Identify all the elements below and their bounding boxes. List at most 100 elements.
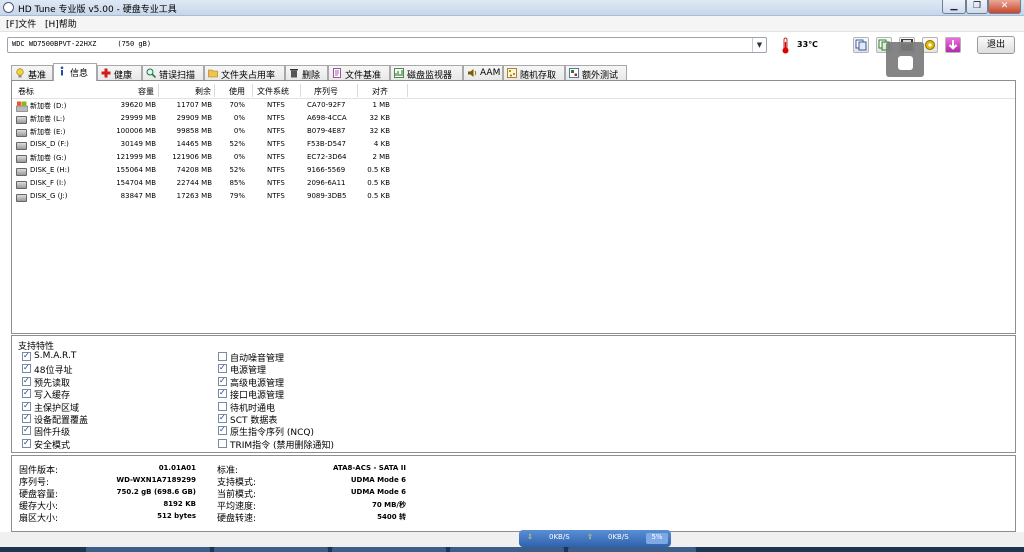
feature-checkbox[interactable] — [22, 363, 31, 374]
header-capacity[interactable]: 容量 — [122, 86, 154, 97]
volume-capacity: 83847 MB — [120, 192, 156, 200]
settings-button[interactable] — [922, 37, 938, 53]
tab-info[interactable]: 信息 — [53, 63, 97, 81]
feature-checkbox[interactable] — [218, 401, 227, 411]
volume-used: 52% — [229, 140, 245, 148]
tab-random-access[interactable]: 随机存取 — [503, 65, 565, 81]
tab-erase[interactable]: 删除 — [285, 65, 328, 81]
supported-mode-value: UDMA Mode 6 — [350, 476, 406, 484]
exit-button[interactable]: 退出 — [977, 36, 1015, 54]
copy-button[interactable] — [853, 37, 869, 53]
feature-checkbox[interactable] — [22, 425, 31, 436]
volume-filesystem: NTFS — [267, 192, 285, 200]
tab-aam[interactable]: AAM — [463, 65, 503, 80]
menu-help[interactable]: [H]帮助 — [45, 17, 77, 30]
taskbar-button[interactable] — [332, 547, 446, 552]
volume-capacity: 154704 MB — [116, 179, 156, 187]
volume-serial: A698-4CCA — [307, 114, 347, 122]
cache-value: 8192 KB — [163, 500, 196, 508]
volume-label: DISK_E (H:) — [30, 166, 70, 174]
disk-icon — [16, 129, 27, 137]
header-free[interactable]: 剩余 — [177, 86, 211, 97]
feature-checkbox[interactable] — [218, 363, 227, 374]
table-row[interactable]: 新加卷 (E:) 100006 MB 99858 MB 0% NTFS B079… — [12, 126, 1015, 139]
volume-filesystem: NTFS — [267, 114, 285, 122]
volume-free: 14465 MB — [176, 140, 212, 148]
header-separator — [252, 84, 253, 97]
feature-checkbox[interactable] — [22, 413, 31, 423]
feature-checkbox[interactable] — [218, 352, 227, 361]
feature-checkbox[interactable] — [22, 351, 31, 361]
network-speed-widget[interactable]: ⇩ 0KB/S ⇧ 0KB/S 5% — [519, 530, 671, 547]
settings-icon — [925, 40, 935, 50]
volume-filesystem: NTFS — [267, 179, 285, 187]
taskbar-button[interactable] — [568, 547, 696, 552]
disk-icon — [16, 181, 27, 189]
volume-used: 0% — [233, 114, 245, 122]
feature-checkbox[interactable] — [218, 438, 227, 448]
table-row[interactable]: DISK_E (H:) 155064 MB 74208 MB 52% NTFS … — [12, 165, 1015, 178]
table-row[interactable]: DISK_F (I:) 154704 MB 22744 MB 85% NTFS … — [12, 178, 1015, 191]
menu-file[interactable]: [F]文件 — [6, 17, 36, 30]
minimize-button[interactable]: ▁ — [942, 0, 966, 14]
feature-checkbox[interactable] — [22, 388, 31, 399]
chevron-down-icon[interactable]: ▼ — [752, 38, 766, 52]
disk-icon — [16, 142, 27, 150]
taskbar-button[interactable] — [450, 547, 564, 552]
table-row[interactable]: DISK_G (J:) 83847 MB 17263 MB 79% NTFS 9… — [12, 191, 1015, 204]
volume-label: 新加卷 (E:) — [30, 128, 66, 136]
upload-speed: 0KB/S — [608, 533, 629, 541]
volume-serial: 2096-6A11 — [307, 179, 346, 187]
feature-checkbox[interactable] — [22, 401, 31, 411]
feature-checkbox[interactable] — [218, 425, 227, 436]
download-button[interactable] — [945, 37, 961, 53]
tab-health[interactable]: 健康 — [97, 65, 142, 81]
feature-checkbox[interactable] — [22, 438, 31, 448]
volumes-list[interactable]: 卷标 容量 剩余 使用 文件系统 序列号 对齐 新加卷 (D:) 39620 M… — [11, 80, 1016, 334]
header-filesystem[interactable]: 文件系统 — [257, 86, 289, 97]
feature-label: S.M.A.R.T — [34, 351, 77, 361]
taskbar-button[interactable] — [214, 547, 328, 552]
drive-select[interactable]: WDC WD7500BPVT-22HXZ (750 gB) ▼ — [7, 37, 767, 53]
volume-label: DISK_G (J:) — [30, 192, 68, 200]
extra-icon — [569, 68, 579, 78]
tab-error-scan[interactable]: 错误扫描 — [142, 65, 204, 81]
feature-checkbox[interactable] — [218, 388, 227, 399]
tab-folder-usage[interactable]: 文件夹占用率 — [204, 65, 285, 81]
feature-checkbox[interactable] — [22, 376, 31, 386]
table-row[interactable]: 新加卷 (G:) 121999 MB 121906 MB 0% NTFS EC7… — [12, 152, 1015, 165]
header-serial[interactable]: 序列号 — [314, 86, 338, 97]
volume-filesystem: NTFS — [267, 101, 285, 109]
header-used[interactable]: 使用 — [223, 86, 245, 97]
table-row[interactable]: 新加卷 (D:) 39620 MB 11707 MB 70% NTFS CA70… — [12, 100, 1015, 113]
volume-used: 79% — [229, 192, 245, 200]
header-label[interactable]: 卷标 — [18, 86, 34, 97]
feature-checkbox[interactable] — [218, 413, 227, 423]
feature-label: SCT 数据表 — [230, 416, 278, 426]
arrow-up-icon: ⇧ — [587, 533, 593, 541]
magnifier-icon — [146, 68, 156, 78]
feature-checkbox[interactable] — [218, 376, 227, 386]
tab-file-benchmark[interactable]: 文件基准 — [328, 65, 390, 81]
table-row[interactable]: DISK_D (F:) 30149 MB 14465 MB 52% NTFS F… — [12, 139, 1015, 152]
tab-disk-monitor[interactable]: 磁盘监视器 — [390, 65, 463, 81]
restore-button[interactable]: ❐ — [966, 0, 988, 14]
volume-used: 0% — [233, 153, 245, 161]
capacity-value: 750.2 gB (698.6 GB) — [116, 488, 196, 496]
table-row[interactable]: 新加卷 (L:) 29999 MB 29909 MB 0% NTFS A698-… — [12, 113, 1015, 126]
header-alignment[interactable]: 对齐 — [372, 86, 388, 97]
tab-extra-tests[interactable]: 额外测试 — [565, 65, 627, 81]
volume-label: DISK_D (F:) — [30, 140, 69, 148]
sector-value: 512 bytes — [157, 512, 196, 520]
tab-benchmark[interactable]: 基准 — [11, 65, 53, 81]
feature-label: 高级电源管理 — [230, 378, 285, 389]
disk-icon — [16, 168, 27, 176]
taskbar-button[interactable] — [86, 547, 210, 552]
bulb-icon — [16, 68, 24, 78]
volume-serial: 9166-5569 — [307, 166, 346, 174]
header-separator — [214, 84, 215, 97]
close-button[interactable]: ✕ — [988, 0, 1021, 14]
volume-label: 新加卷 (L:) — [30, 115, 65, 123]
volume-capacity: 100006 MB — [116, 127, 156, 135]
volume-serial: CA70-92F7 — [307, 101, 346, 109]
